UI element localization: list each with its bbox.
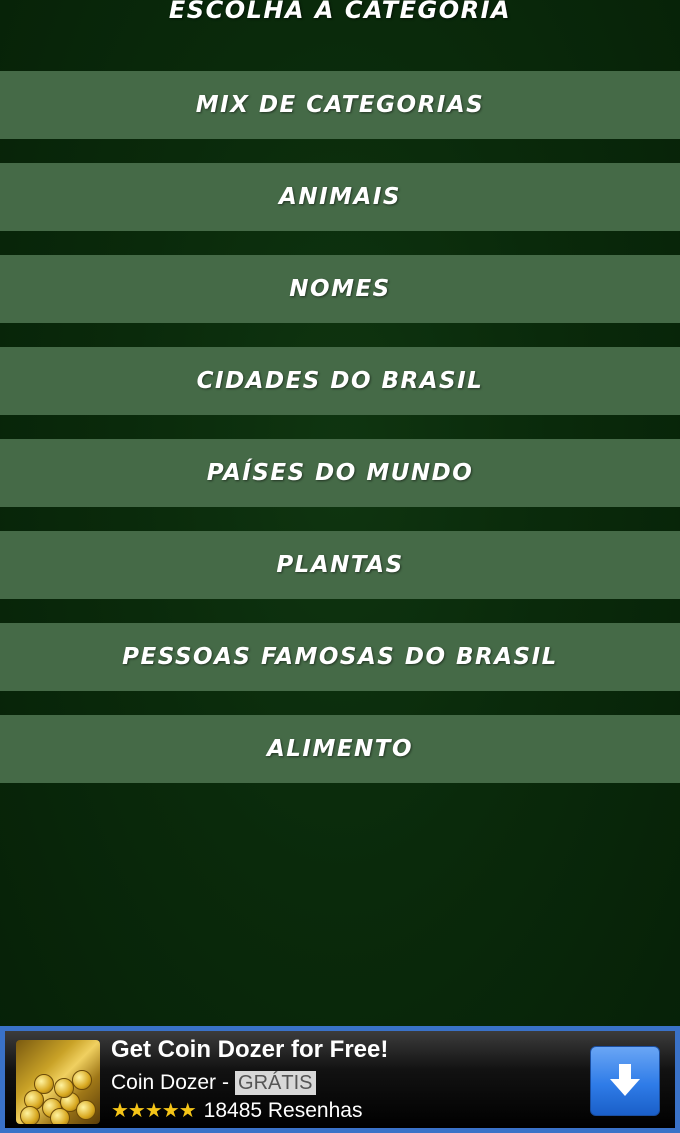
category-button-animais[interactable]: ANIMAIS — [0, 163, 680, 231]
download-button[interactable] — [590, 1046, 660, 1116]
category-button-alimento[interactable]: ALIMENTO — [0, 715, 680, 783]
category-button-cidades[interactable]: CIDADES DO BRASIL — [0, 347, 680, 415]
category-button-pessoas-famosas[interactable]: PESSOAS FAMOSAS DO BRASIL — [0, 623, 680, 691]
ad-app-name: Coin Dozer — [111, 1071, 217, 1094]
category-button-mix[interactable]: MIX DE CATEGORIAS — [0, 71, 680, 139]
category-button-paises[interactable]: PAÍSES DO MUNDO — [0, 439, 680, 507]
star-rating-icon: ★★★★★ — [111, 1100, 197, 1122]
category-button-plantas[interactable]: PLANTAS — [0, 531, 680, 599]
category-list: MIX DE CATEGORIAS ANIMAIS NOMES CIDADES … — [0, 71, 680, 807]
download-arrow-icon — [610, 1064, 640, 1096]
ad-banner[interactable]: Get Coin Dozer for Free! Coin Dozer - GR… — [0, 1026, 680, 1133]
ad-price-badge: GRÁTIS — [235, 1071, 316, 1095]
ad-reviews: 18485 Resenhas — [203, 1098, 363, 1122]
ad-title: Get Coin Dozer for Free! — [111, 1036, 389, 1063]
page-title: ESCOLHA A CATEGORIA — [168, 0, 512, 24]
ad-separator: - — [222, 1071, 230, 1094]
category-button-nomes[interactable]: NOMES — [0, 255, 680, 323]
ad-rating-row: ★★★★★ 18485 Resenhas — [111, 1098, 362, 1123]
ad-app-info: Coin Dozer - GRÁTIS — [111, 1071, 316, 1095]
coin-dozer-app-icon[interactable] — [16, 1040, 100, 1124]
